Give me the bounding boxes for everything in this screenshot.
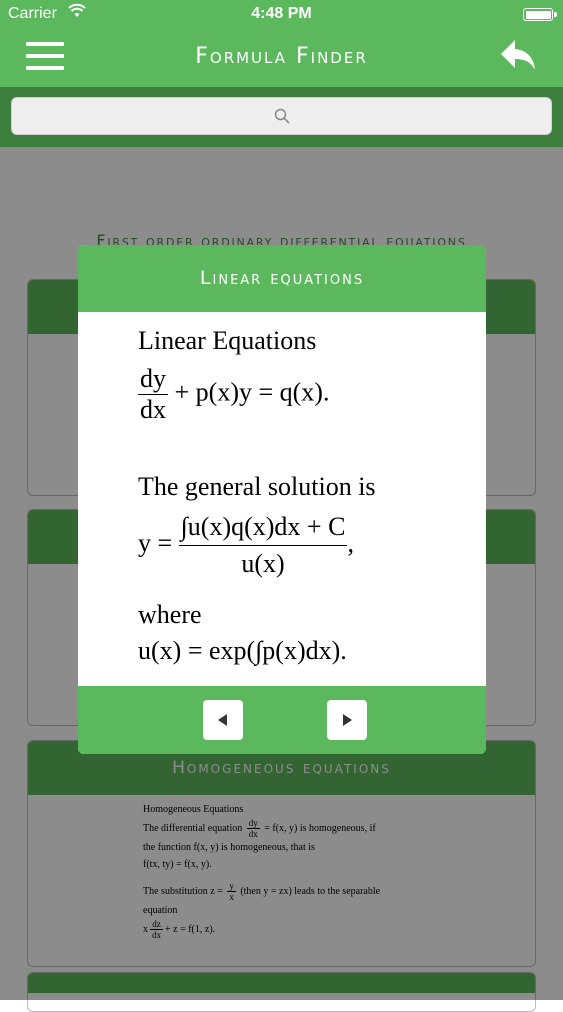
triangle-right-icon bbox=[343, 714, 352, 726]
formula-text: where bbox=[138, 600, 202, 629]
battery-icon bbox=[523, 8, 557, 21]
formula-image: Linear Equations dy dx + p(x)y = q(x). Th… bbox=[78, 312, 486, 686]
reply-back-icon[interactable] bbox=[499, 38, 539, 74]
modal-footer bbox=[78, 686, 486, 754]
previous-button[interactable] bbox=[203, 700, 243, 740]
magnifier-icon bbox=[274, 108, 290, 129]
formula-heading: Linear Equations bbox=[138, 326, 317, 355]
clock: 4:48 PM bbox=[251, 5, 312, 22]
formula-text: The general solution is bbox=[138, 472, 376, 501]
search-bar bbox=[0, 87, 563, 147]
search-input[interactable] bbox=[11, 97, 552, 135]
nav-bar: Formula Finder bbox=[0, 28, 563, 87]
formula-equation: y = ∫u(x)q(x)dx + Cu(x), bbox=[138, 509, 354, 582]
page-title: Formula Finder bbox=[195, 44, 368, 69]
status-bar: Carrier 4:48 PM bbox=[0, 0, 563, 28]
formula-modal: Linear equations Linear Equations dy dx +… bbox=[78, 245, 486, 754]
modal-title: Linear equations bbox=[78, 245, 486, 312]
formula-equation: u(x) = exp(∫p(x)dx). bbox=[138, 636, 347, 665]
formula-equation: dy dx + p(x)y = q(x). bbox=[138, 364, 330, 424]
next-button[interactable] bbox=[327, 700, 367, 740]
triangle-left-icon bbox=[218, 714, 227, 726]
